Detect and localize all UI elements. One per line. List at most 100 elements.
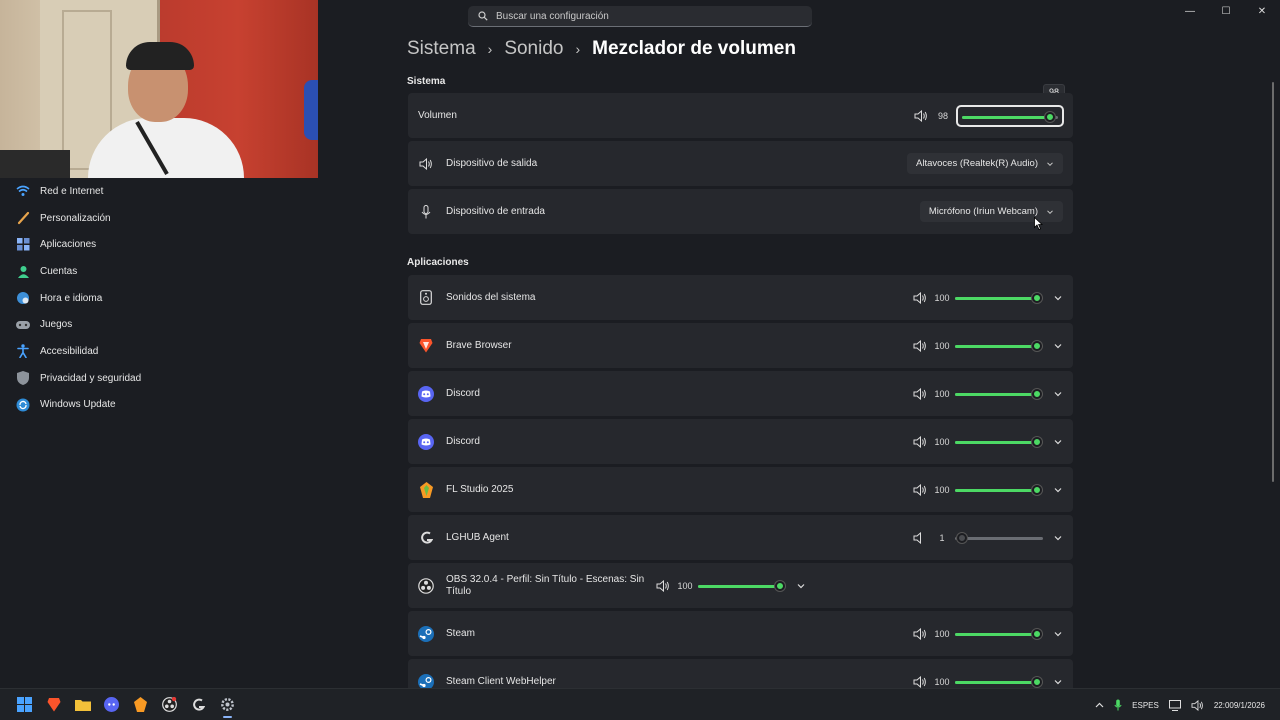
start-button[interactable]: [10, 690, 39, 720]
fl-studio-icon: [418, 481, 434, 498]
chevron-down-icon[interactable]: [1053, 341, 1063, 351]
obs-icon: [418, 577, 434, 594]
app-volume-slider[interactable]: [955, 434, 1043, 450]
mouse-cursor-icon: [1034, 217, 1043, 230]
sidebar-item-accessibility[interactable]: Accesibilidad: [12, 338, 312, 365]
chevron-down-icon[interactable]: [1053, 293, 1063, 303]
speaker-icon: [418, 156, 434, 172]
slider-thumb[interactable]: [775, 580, 785, 591]
taskbar-file-explorer[interactable]: [68, 690, 97, 720]
slider-thumb[interactable]: [1032, 292, 1042, 303]
slider-thumb[interactable]: [957, 532, 967, 543]
sidebar-item-label: Privacidad y seguridad: [40, 372, 142, 384]
speaker-icon[interactable]: [913, 435, 927, 448]
slider-fill: [955, 344, 1037, 348]
sidebar-item-network[interactable]: Red e Internet: [12, 178, 312, 205]
taskbar-discord[interactable]: [97, 690, 126, 720]
input-device-value: Micrófono (Iriun Webcam): [928, 206, 1038, 217]
window-controls: — ☐ ✕: [1172, 0, 1280, 22]
app-row: OBS 32.0.4 - Perfil: Sin Título - Escena…: [408, 563, 1073, 608]
slider-thumb[interactable]: [1032, 628, 1042, 639]
speaker-icon[interactable]: [913, 627, 927, 640]
search-input[interactable]: Buscar una configuración: [468, 6, 812, 27]
microphone-icon[interactable]: [1114, 699, 1122, 711]
app-volume-slider[interactable]: [955, 290, 1043, 306]
app-volume-slider[interactable]: [698, 578, 786, 594]
clock-time: 22:00: [1213, 700, 1234, 710]
speaker-device-icon: [418, 290, 434, 306]
volume-label: Volumen: [418, 110, 457, 121]
chevron-up-icon[interactable]: [1095, 702, 1104, 708]
lang-bottom: ES: [1148, 700, 1159, 710]
minimize-button[interactable]: —: [1172, 0, 1208, 22]
system-volume-row: Volumen 98: [408, 93, 1073, 138]
sidebar-nav: Red e Internet Personalización Aplicacio…: [12, 178, 312, 418]
sidebar-item-windows-update[interactable]: Windows Update: [12, 392, 312, 419]
chevron-down-icon[interactable]: [1053, 677, 1063, 687]
app-name: FL Studio 2025: [446, 484, 514, 495]
clock[interactable]: 22:00 9/1/2026: [1214, 700, 1265, 711]
slider-thumb[interactable]: [1032, 340, 1042, 351]
scrollbar[interactable]: [1272, 82, 1274, 482]
speaker-icon[interactable]: [913, 531, 927, 544]
maximize-button[interactable]: ☐: [1208, 0, 1244, 22]
slider-fill: [955, 392, 1037, 396]
volume-icon[interactable]: [1191, 699, 1204, 711]
app-name: Discord: [446, 436, 480, 447]
breadcrumb-sound[interactable]: Sonido: [504, 38, 563, 60]
sidebar-item-privacy[interactable]: Privacidad y seguridad: [12, 365, 312, 392]
taskbar-settings[interactable]: [213, 690, 242, 720]
app-volume-slider[interactable]: [955, 482, 1043, 498]
brush-icon: [16, 211, 30, 225]
app-name: Brave Browser: [446, 340, 512, 351]
logitech-icon: [418, 530, 434, 546]
app-volume-slider[interactable]: [955, 626, 1043, 642]
slider-thumb[interactable]: [1045, 111, 1056, 122]
speaker-icon[interactable]: [656, 579, 670, 592]
taskbar-fl-studio[interactable]: [126, 690, 155, 720]
wifi-icon: [16, 184, 30, 198]
app-volume-slider[interactable]: [955, 386, 1043, 402]
taskbar-brave[interactable]: [39, 690, 68, 720]
speaker-icon[interactable]: [914, 109, 928, 122]
volume-slider[interactable]: [962, 109, 1058, 125]
speaker-icon[interactable]: [913, 483, 927, 496]
app-row: Steam 100: [408, 611, 1073, 656]
breadcrumb-system[interactable]: Sistema: [407, 38, 476, 60]
chevron-down-icon[interactable]: [1053, 485, 1063, 495]
speaker-icon[interactable]: [913, 675, 927, 688]
output-device-dropdown[interactable]: Altavoces (Realtek(R) Audio): [907, 153, 1063, 174]
app-volume-value: 100: [934, 628, 950, 639]
speaker-icon[interactable]: [913, 291, 927, 304]
app-name: LGHUB Agent: [446, 532, 509, 543]
language-indicator[interactable]: ESP ES: [1132, 700, 1159, 711]
close-button[interactable]: ✕: [1244, 0, 1280, 22]
slider-thumb[interactable]: [1032, 388, 1042, 399]
app-volume-slider[interactable]: [955, 338, 1043, 354]
slider-thumb[interactable]: [1032, 676, 1042, 687]
chevron-down-icon[interactable]: [796, 581, 806, 591]
app-volume-slider[interactable]: [955, 530, 1043, 546]
chevron-down-icon[interactable]: [1053, 629, 1063, 639]
network-icon[interactable]: [1168, 699, 1181, 711]
slider-thumb[interactable]: [1032, 436, 1042, 447]
sidebar-item-personalization[interactable]: Personalización: [12, 205, 312, 232]
taskbar-logitech[interactable]: [184, 690, 213, 720]
chevron-down-icon[interactable]: [1053, 533, 1063, 543]
sidebar-item-label: Aplicaciones: [40, 239, 97, 251]
section-title-apps: Aplicaciones: [407, 257, 469, 268]
gamepad-icon: [16, 318, 30, 332]
speaker-icon[interactable]: [913, 387, 927, 400]
slider-fill: [955, 632, 1037, 636]
sidebar-item-time-language[interactable]: Hora e idioma: [12, 285, 312, 312]
speaker-icon[interactable]: [913, 339, 927, 352]
taskbar-obs[interactable]: [155, 690, 184, 720]
sidebar-item-apps[interactable]: Aplicaciones: [12, 231, 312, 258]
chevron-down-icon[interactable]: [1053, 389, 1063, 399]
slider-thumb[interactable]: [1032, 484, 1042, 495]
app-row: Sonidos del sistema 100: [408, 275, 1073, 320]
sidebar-item-gaming[interactable]: Juegos: [12, 311, 312, 338]
logitech-icon: [193, 698, 205, 711]
chevron-down-icon[interactable]: [1053, 437, 1063, 447]
sidebar-item-accounts[interactable]: Cuentas: [12, 258, 312, 285]
